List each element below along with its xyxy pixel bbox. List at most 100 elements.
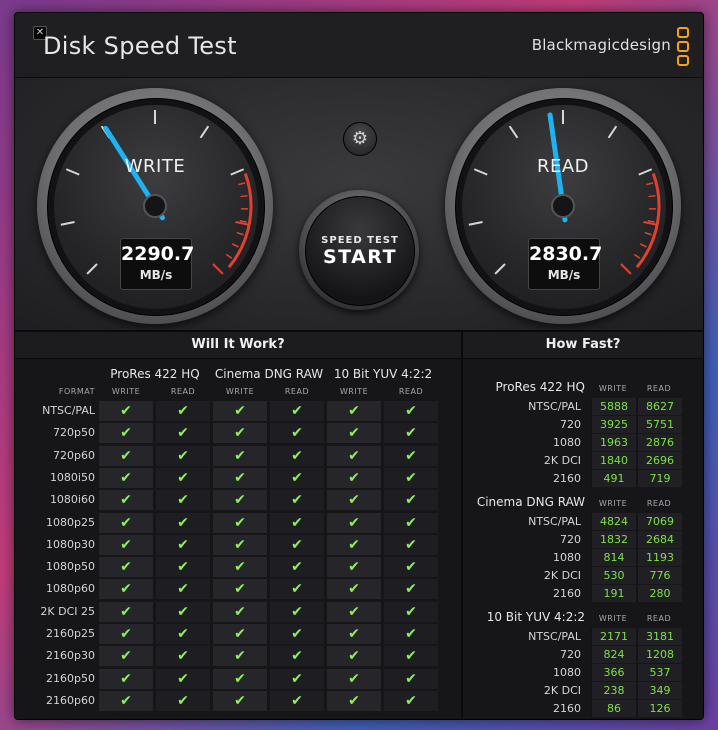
hf-write-value: 366 [591, 664, 636, 681]
check-icon: ✔ [156, 512, 211, 533]
check-icon: ✔ [99, 668, 154, 689]
check-icon: ✔ [327, 557, 382, 578]
settings-gear-icon[interactable]: ⚙ [343, 122, 377, 156]
check-icon: ✔ [99, 467, 154, 488]
read-needle-hub [551, 194, 575, 218]
hf-group-title: 10 Bit YUV 4:2:2 [486, 610, 585, 624]
check-icon: ✔ [156, 690, 211, 711]
check-icon: ✔ [384, 690, 439, 711]
check-icon: ✔ [384, 490, 439, 511]
hf-write-value: 1832 [591, 531, 636, 548]
hf-write-value: 491 [591, 470, 636, 487]
wiw-sub-header: READ [170, 387, 196, 396]
wiw-row-label: 2160p60 [46, 693, 95, 707]
check-icon: ✔ [99, 557, 154, 578]
hf-write-value: 238 [591, 682, 636, 699]
gauge-tick [468, 221, 483, 226]
hf-write-value: 814 [591, 549, 636, 566]
gauge-tick [643, 221, 658, 226]
hf-write-value: 5888 [591, 398, 636, 415]
check-icon: ✔ [270, 467, 325, 488]
check-icon: ✔ [270, 445, 325, 466]
gauge-tick [508, 125, 519, 139]
hf-row-label: 720 [560, 648, 581, 661]
check-icon: ✔ [156, 490, 211, 511]
check-icon: ✔ [156, 646, 211, 667]
check-icon: ✔ [99, 423, 154, 444]
hf-write-value: 530 [591, 567, 636, 584]
gauge-tick [607, 125, 618, 139]
check-icon: ✔ [99, 601, 154, 622]
will-it-work-title: Will It Work? [15, 332, 461, 359]
check-icon: ✔ [156, 401, 211, 421]
gauge-tick [235, 221, 250, 226]
wiw-row-label: 2K DCI 25 [40, 604, 95, 618]
check-icon: ✔ [99, 579, 154, 600]
hf-row-label: 720 [560, 533, 581, 546]
write-gauge: WRITE 2290.7 MB/s [37, 88, 273, 324]
check-icon: ✔ [384, 401, 439, 421]
gauge-tick [620, 263, 632, 275]
check-icon: ✔ [213, 401, 268, 421]
check-icon: ✔ [99, 646, 154, 667]
check-icon: ✔ [213, 534, 268, 555]
read-speed-value: 2830.7 [529, 243, 603, 265]
gauge-red-tick [648, 195, 656, 198]
hf-row-label: 2K DCI [543, 454, 581, 467]
check-icon: ✔ [156, 668, 211, 689]
hf-read-value: 776 [637, 567, 682, 584]
gauge-red-tick [240, 195, 248, 198]
read-readout: 2830.7 MB/s [528, 238, 603, 290]
check-icon: ✔ [327, 512, 382, 533]
hf-write-value: 1840 [591, 452, 636, 469]
check-icon: ✔ [99, 624, 154, 644]
hf-write-value: 191 [591, 585, 636, 602]
check-icon: ✔ [270, 668, 325, 689]
wiw-row-label: 1080p25 [46, 515, 95, 529]
gauge-area: WRITE 2290.7 MB/s ⚙ SPEED TEST START REA… [15, 78, 703, 332]
check-icon: ✔ [270, 490, 325, 511]
hf-read-value: 2696 [637, 452, 682, 469]
disk-speed-test-window: ✕ Disk Speed Test Blackmagicdesign WRITE… [14, 12, 704, 720]
check-icon: ✔ [270, 624, 325, 644]
check-icon: ✔ [99, 445, 154, 466]
wiw-row-label: 2160p30 [46, 649, 95, 663]
hf-row-label: 2160 [553, 702, 581, 715]
check-icon: ✔ [384, 624, 439, 644]
hf-sub-header: READ [646, 614, 672, 623]
brand-name: Blackmagicdesign [531, 36, 671, 54]
read-speed-unit: MB/s [547, 268, 581, 282]
check-icon: ✔ [99, 534, 154, 555]
check-icon: ✔ [384, 534, 439, 555]
start-button-subtitle: SPEED TEST [321, 235, 399, 246]
gauge-red-tick [633, 253, 641, 259]
hf-write-value: 4824 [591, 513, 636, 530]
check-icon: ✔ [327, 467, 382, 488]
check-icon: ✔ [213, 557, 268, 578]
app-title: Disk Speed Test [43, 32, 237, 60]
hf-sub-header: WRITE [598, 499, 628, 508]
wiw-group-header: 10 Bit YUV 4:2:2 [333, 367, 433, 381]
check-icon: ✔ [327, 423, 382, 444]
check-icon: ✔ [213, 512, 268, 533]
hf-write-value: 2171 [591, 628, 636, 645]
gauge-tick [86, 263, 98, 275]
gauge-tick [494, 263, 506, 275]
write-needle-hub [143, 194, 167, 218]
wiw-sub-header: WRITE [339, 387, 369, 396]
hf-row-label: NTSC/PAL [528, 515, 581, 528]
hf-read-value: 2684 [637, 531, 682, 548]
blackmagic-logo-icon [677, 27, 689, 66]
speed-test-start-button[interactable]: SPEED TEST START [299, 190, 419, 310]
check-icon: ✔ [327, 668, 382, 689]
check-icon: ✔ [270, 534, 325, 555]
check-icon: ✔ [99, 690, 154, 711]
wiw-sub-header: READ [284, 387, 310, 396]
hf-row-label: 1080 [553, 666, 581, 679]
gauge-red-tick [239, 220, 247, 223]
check-icon: ✔ [156, 601, 211, 622]
check-icon: ✔ [213, 690, 268, 711]
write-readout: 2290.7 MB/s [120, 238, 194, 290]
hf-read-value: 2876 [637, 434, 682, 451]
gauge-tick [199, 125, 210, 139]
